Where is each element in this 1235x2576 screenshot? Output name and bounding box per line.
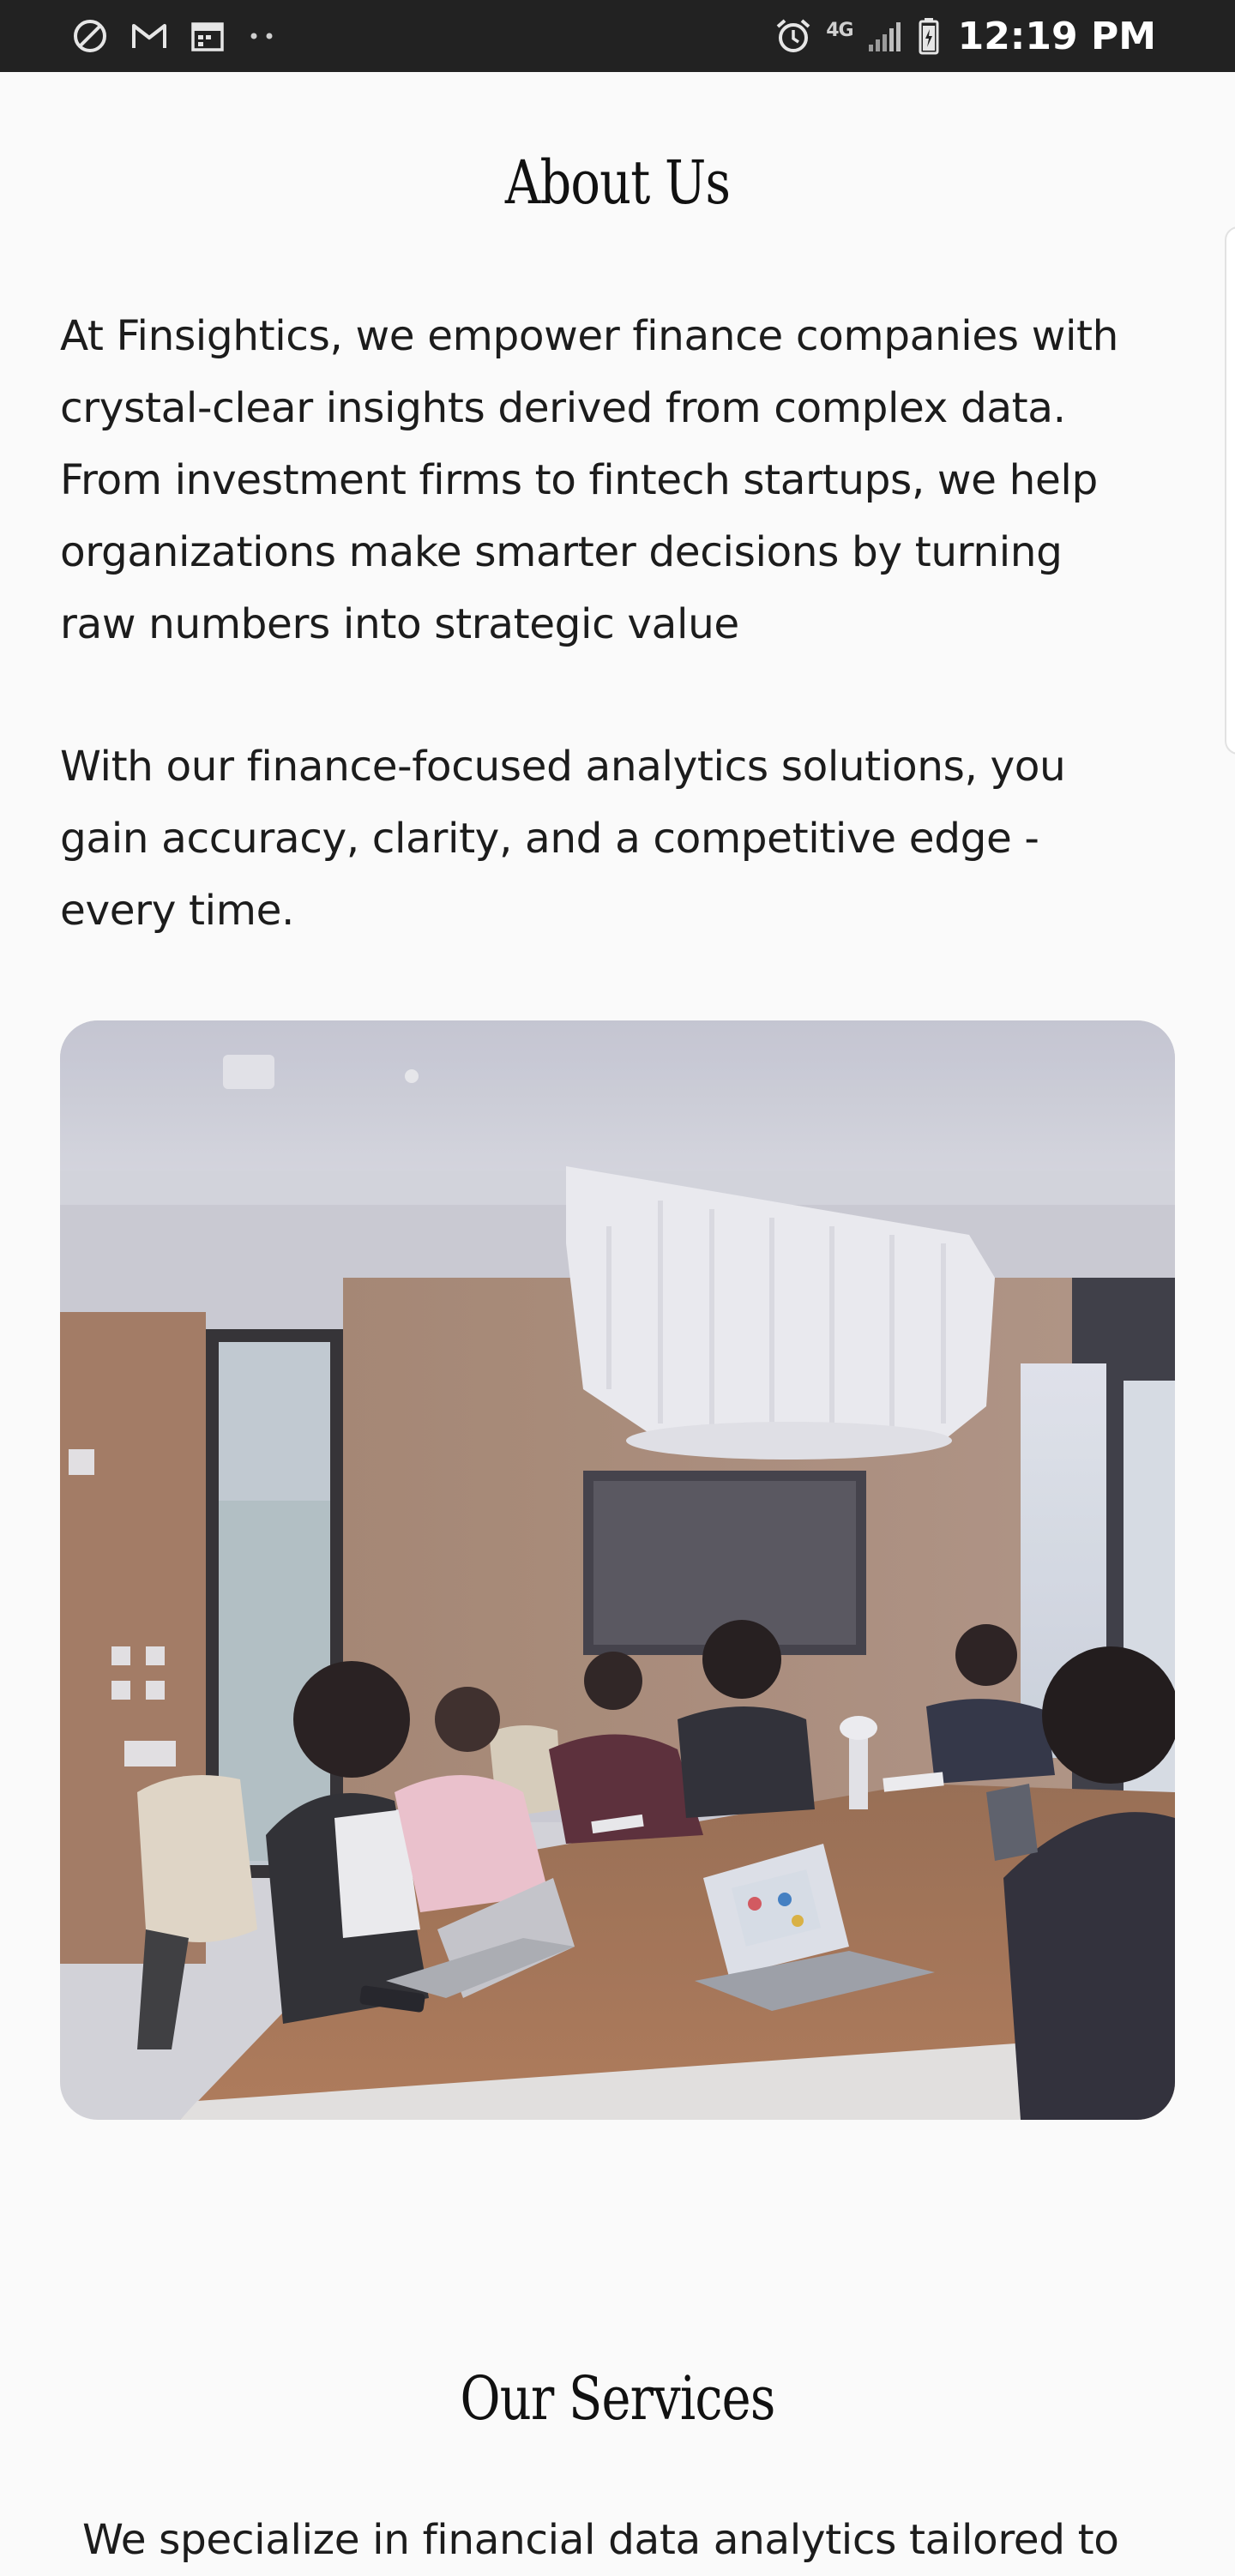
team-meeting-illustration [60, 1020, 1175, 2120]
about-p1-line-3: From investment firms to fintech startup… [60, 456, 1098, 504]
our-services-title: Our Services [460, 2363, 776, 2434]
about-p1-line-5: raw numbers into strategic value [60, 600, 739, 648]
about-p1-line-4: organizations make smarter decisions by … [60, 528, 1063, 576]
more-dots-icon [250, 33, 273, 39]
about-p2-line-2: gain accuracy, clarity, and a competitiv… [60, 815, 1039, 863]
status-bar: 4G 12:19 PM [0, 0, 1235, 72]
about-p2-line-3: every time. [60, 887, 295, 935]
gmail-icon [132, 24, 166, 48]
team-meeting-photo [60, 1020, 1175, 2120]
network-4g-icon: 4G [826, 19, 853, 41]
do-not-disturb-icon [74, 20, 106, 52]
status-clock: 12:19 PM [957, 14, 1156, 58]
about-p1-line-1: At Finsightics, we empower finance compa… [60, 312, 1118, 360]
about-paragraph-1: At Finsightics, we empower finance compa… [60, 300, 1192, 660]
alarm-icon [776, 19, 810, 52]
about-paragraph-2: With our finance-focused analytics solut… [60, 731, 1192, 947]
about-p1-line-2: crystal-clear insights derived from comp… [60, 384, 1066, 432]
battery-icon [919, 18, 939, 55]
calendar-icon [191, 22, 224, 51]
status-right-icons: 4G 12:19 PM [774, 9, 1156, 63]
about-us-title: About Us [504, 147, 731, 218]
status-left-icons [72, 15, 276, 57]
edge-panel-handle[interactable] [1225, 226, 1235, 755]
about-p2-line-1: With our finance-focused analytics solut… [60, 743, 1066, 791]
signal-icon [868, 22, 901, 51]
services-intro-text: We specialize in financial data analytic… [82, 2516, 1119, 2564]
